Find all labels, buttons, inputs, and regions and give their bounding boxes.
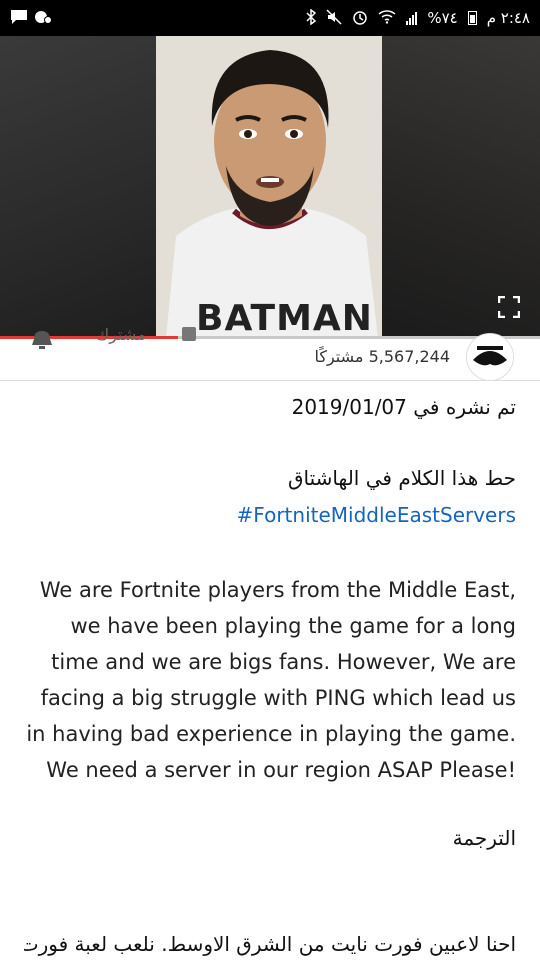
hashtag-prompt: حط هذا الكلام في الهاشتاق — [288, 466, 516, 490]
subscribe-area: مشترك — [30, 325, 200, 353]
channel-row: مشترك 5,567,244 مشتركًا — [0, 325, 540, 381]
video-player[interactable]: BATMAN — [0, 36, 540, 338]
english-description: We are Fortnite players from the Middle … — [26, 578, 516, 782]
video-blurred-left — [0, 36, 156, 338]
hashtag-link[interactable]: #FortniteMiddleEastServers — [237, 503, 516, 527]
bluetooth-icon — [306, 8, 317, 28]
status-time: ٢:٤٨ م — [486, 9, 530, 27]
notification-bell-icon[interactable] — [30, 331, 54, 351]
video-blurred-right — [382, 36, 540, 338]
status-right-group: %٧٤ ٢:٤٨ م — [306, 8, 530, 28]
subscriber-count: 5,567,244 مشتركًا — [314, 347, 450, 366]
fullscreen-button[interactable] — [497, 295, 521, 319]
fullscreen-icon — [497, 295, 521, 319]
video-person-illustration — [156, 36, 382, 338]
channel-avatar[interactable] — [466, 333, 514, 381]
status-left-group — [10, 9, 52, 28]
signal-icon — [406, 11, 418, 25]
battery-icon — [467, 11, 477, 25]
notification-settings-icon — [34, 9, 52, 28]
alarm-icon — [352, 9, 368, 28]
shirt-text: BATMAN — [196, 298, 373, 338]
arabic-description: احنا لاعبين فورت نايت من الشرق الاوسط. ن… — [24, 932, 516, 956]
subscribed-label[interactable]: مشترك — [96, 325, 146, 344]
wifi-icon — [378, 9, 396, 27]
subscribed-check-icon — [182, 327, 196, 341]
mute-icon — [326, 8, 342, 28]
translation-label: الترجمة — [452, 826, 516, 850]
message-icon — [10, 9, 28, 28]
status-bar: %٧٤ ٢:٤٨ م — [0, 0, 540, 36]
video-frame: BATMAN — [156, 36, 382, 338]
channel-logo-icon — [467, 334, 513, 380]
battery-percent: %٧٤ — [427, 9, 458, 27]
publish-date: تم نشره في 2019/01/07 — [291, 395, 516, 419]
